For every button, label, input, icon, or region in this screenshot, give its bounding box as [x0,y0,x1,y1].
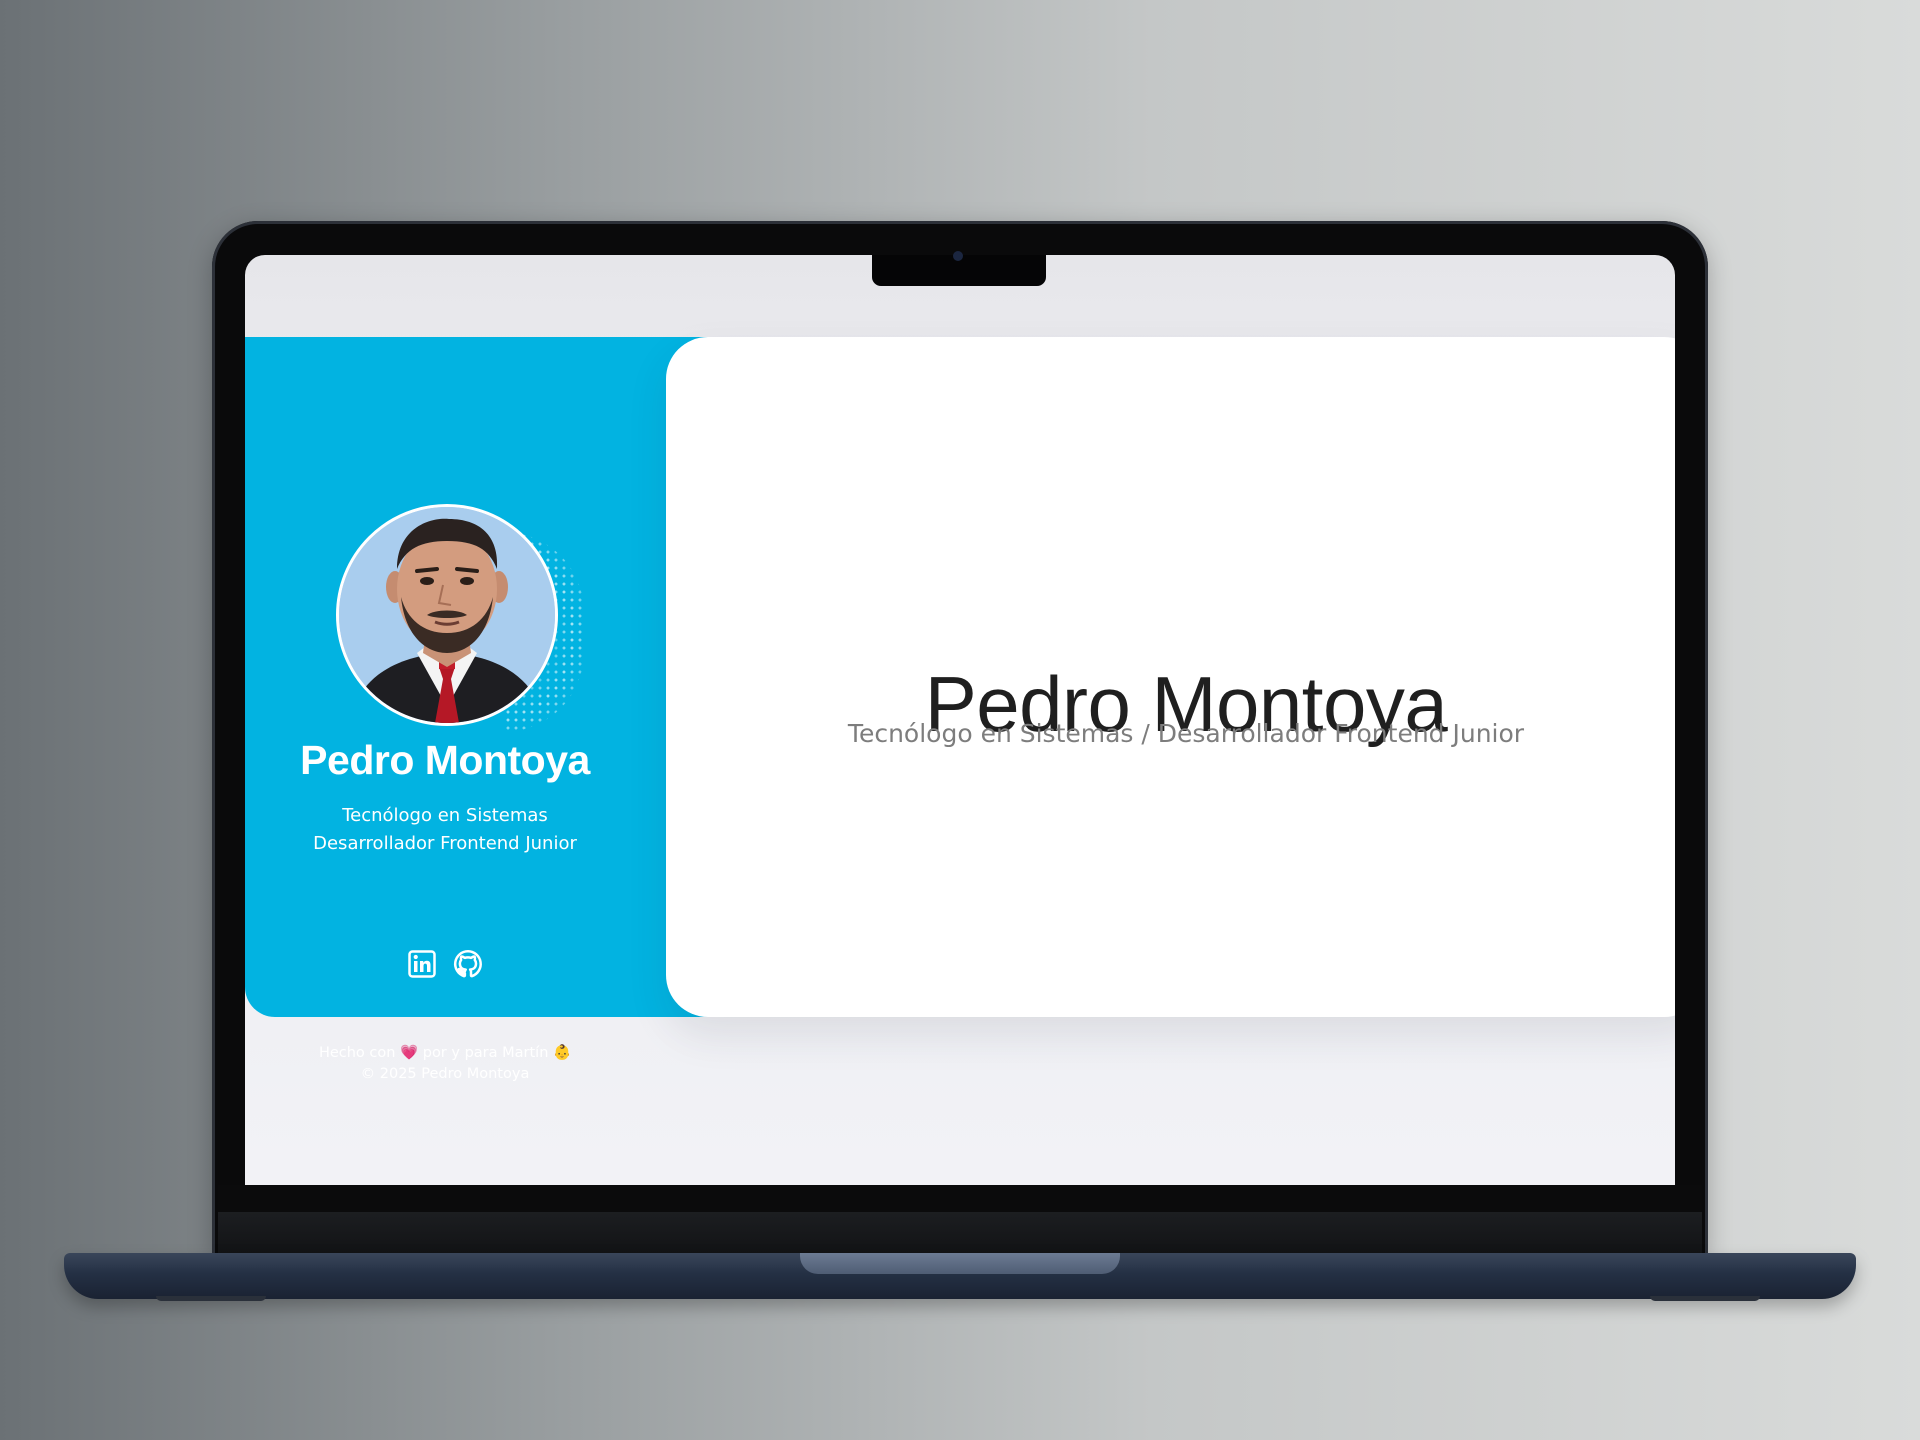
laptop-screen: Pedro Montoya Tecnólogo en Sistemas Desa… [245,255,1675,1185]
footer-made-with-suffix: por y para Martín [422,1045,549,1061]
profile-sidebar: Pedro Montoya Tecnólogo en Sistemas Desa… [245,337,725,1082]
footer-copyright: © 2025 Pedro Montoya [360,1066,530,1082]
avatar-container [336,504,584,732]
screen-bottom-bezel [218,1185,1702,1212]
camera-icon [953,251,963,261]
baby-icon: 👶 [553,1045,572,1061]
avatar [336,504,558,726]
footer-made-with: Hecho con 💗 por y para Martín 👶 [245,1044,645,1061]
laptop-opening-notch [800,1253,1120,1274]
laptop-foot-left [156,1296,266,1301]
sidebar-role-line-1: Tecnólogo en Sistemas [342,805,548,826]
linkedin-icon [408,950,436,978]
sidebar-name: Pedro Montoya [300,737,590,783]
profile-photo [339,507,555,723]
github-icon [453,949,482,978]
social-links [245,949,645,979]
laptop-foot-right [1650,1296,1760,1301]
hero-card: Pedro Montoya Tecnólogo en Sistemas / De… [666,337,1675,1017]
heart-icon: 💗 [400,1045,419,1061]
hero-subtitle: Tecnólogo en Sistemas / Desarrollador Fr… [847,719,1525,748]
github-link[interactable] [453,949,483,979]
footer-made-with-prefix: Hecho con [318,1045,396,1061]
lid-hinge [218,1212,1702,1254]
sidebar-role-line-2: Desarrollador Frontend Junior [313,833,577,854]
linkedin-link[interactable] [407,949,437,979]
